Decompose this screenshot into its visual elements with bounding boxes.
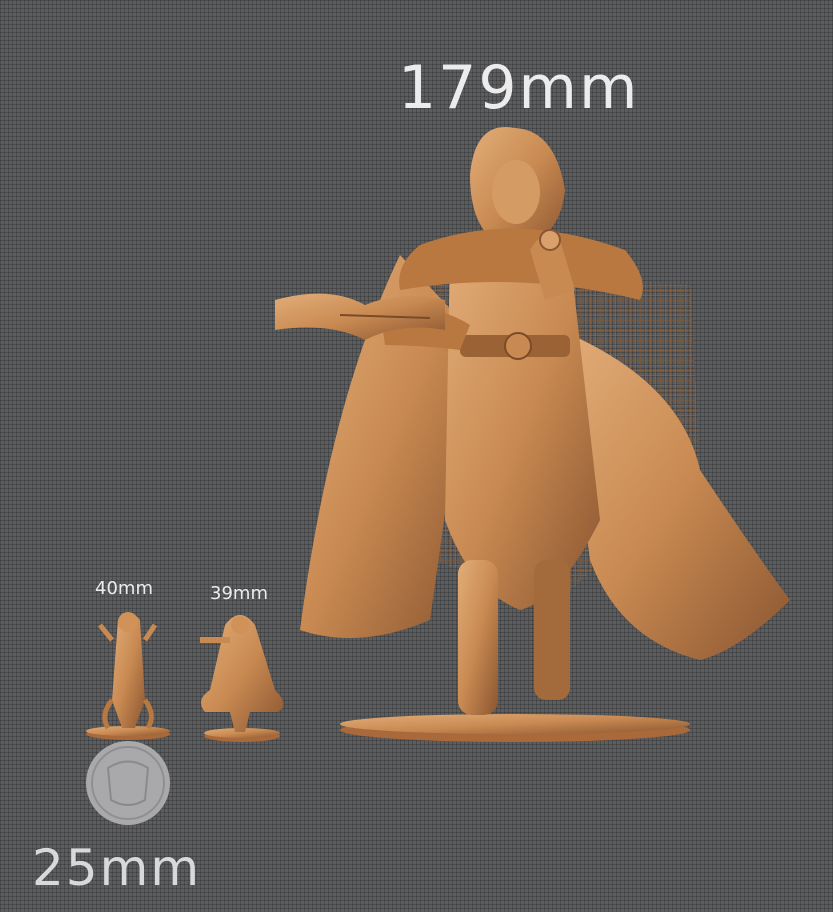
medium-miniature (86, 612, 170, 740)
small-miniature (200, 615, 284, 742)
reference-coin (86, 741, 170, 825)
render-canvas: 179mm 40mm 39mm 25mm (0, 0, 833, 912)
base-scale-label: 25mm (32, 839, 202, 897)
figures-layer (86, 126, 790, 825)
small-height-label: 39mm (210, 583, 268, 604)
large-height-label: 179mm (398, 53, 640, 123)
large-wizard-miniature (275, 126, 790, 742)
medium-height-label: 40mm (95, 578, 153, 599)
